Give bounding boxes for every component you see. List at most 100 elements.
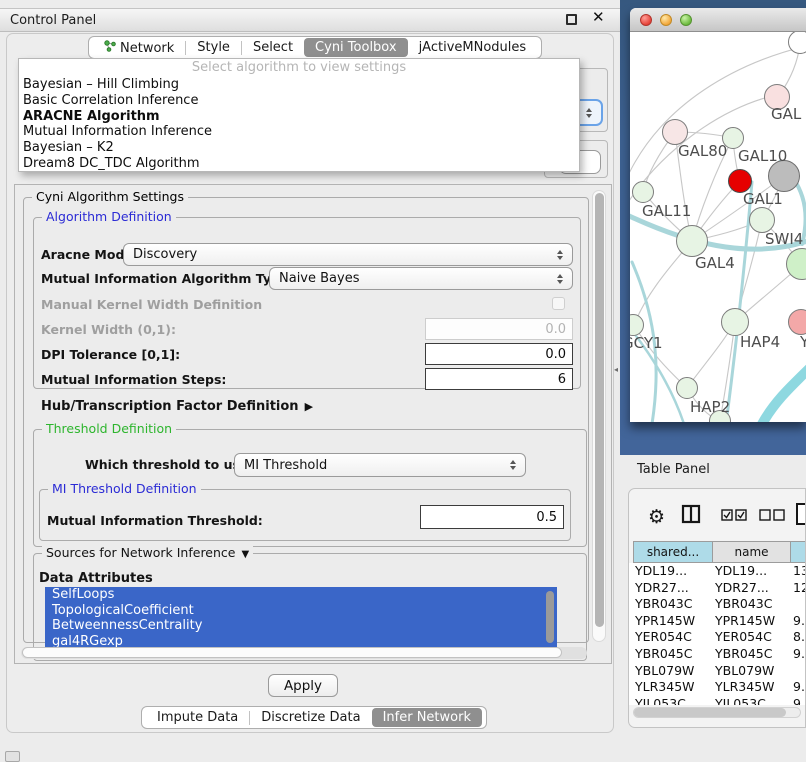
which-threshold-label: Which threshold to use: <box>85 457 253 472</box>
which-threshold-value: MI Threshold <box>244 458 327 473</box>
table-row[interactable]: YBR043CYBR043C <box>629 596 806 613</box>
zoom-traffic-light-icon[interactable] <box>680 14 692 26</box>
vertical-scrollbar-track[interactable] <box>592 190 606 642</box>
split-columns-icon[interactable] <box>681 504 701 524</box>
node-label: SWI4 <box>765 230 803 248</box>
tab-network-label: Network <box>120 41 174 56</box>
new-table-icon[interactable] <box>795 502 806 526</box>
table-panel-body: ⚙ shared... name YDL19...YDL19...13 YDR2… <box>628 488 806 728</box>
aracne-mode-value: Discovery <box>133 247 197 262</box>
dropdown-prompt: Select algorithm to view settings <box>19 59 579 77</box>
tab-jactivemnodules[interactable]: jActiveMNodules <box>408 39 538 56</box>
kernel-width-field[interactable]: 0.0 <box>425 318 573 340</box>
close-icon[interactable]: ✕ <box>592 8 605 26</box>
manual-kernel-label: Manual Kernel Width Definition <box>41 297 262 312</box>
close-traffic-light-icon[interactable] <box>640 14 652 26</box>
node-label: GAL10 <box>738 147 787 165</box>
control-panel-tabs: Network Style Select Cyni Toolbox jActiv… <box>88 36 542 59</box>
horizontal-scrollbar-thumb[interactable] <box>22 647 562 658</box>
mi-type-combo[interactable]: Naive Bayes <box>269 267 573 290</box>
expand-down-icon: ▼ <box>241 549 249 560</box>
apply-button[interactable]: Apply <box>268 674 338 697</box>
node-label: HAP2 <box>690 398 730 416</box>
table-hscrollbar-track[interactable] <box>633 707 801 718</box>
minimize-traffic-light-icon[interactable] <box>660 14 672 26</box>
table-row[interactable]: YLR345WYLR345W9. <box>629 679 806 696</box>
table-row[interactable]: YDL19...YDL19...13 <box>629 563 806 580</box>
column-header-name[interactable]: name <box>713 541 791 563</box>
mi-steps-field[interactable]: 6 <box>425 368 573 390</box>
list-scrollbar[interactable] <box>546 591 554 643</box>
column-header-shared[interactable]: shared... <box>633 541 713 563</box>
tab-cyni-toolbox[interactable]: Cyni Toolbox <box>304 38 408 57</box>
tab-select[interactable]: Select <box>242 39 304 56</box>
dropdown-item[interactable]: Bayesian – K2 <box>19 140 579 156</box>
cyni-group-title: Cyni Algorithm Settings <box>32 189 188 204</box>
which-threshold-combo[interactable]: MI Threshold <box>234 453 526 477</box>
table-row[interactable]: YBL079WYBL079W <box>629 663 806 680</box>
cyni-settings-panel: Cyni Algorithm Settings Algorithm Defini… <box>14 184 612 664</box>
sources-title-text: Sources for Network Inference <box>46 545 235 560</box>
kernel-width-label: Kernel Width (0,1): <box>41 322 176 337</box>
node-label: Y <box>800 333 806 351</box>
hub-expander-label: Hub/Transcription Factor Definition <box>41 399 299 414</box>
dropdown-item-highlighted[interactable]: ARACNE Algorithm <box>19 109 579 125</box>
tab-impute-data[interactable]: Impute Data <box>146 709 249 726</box>
horizontal-scrollbar-track[interactable] <box>21 647 587 659</box>
aracne-mode-combo[interactable]: Discovery <box>123 243 573 266</box>
mi-type-value: Naive Bayes <box>279 271 359 286</box>
dropdown-item[interactable]: Bayesian – Hill Climbing <box>19 77 579 93</box>
spinner-icon <box>586 108 593 118</box>
network-node-gal11[interactable] <box>632 181 654 203</box>
table-row[interactable]: YIL053CYIL053C9. <box>629 696 806 705</box>
tab-style[interactable]: Style <box>186 39 241 56</box>
sources-group-title[interactable]: Sources for Network Inference ▼ <box>42 545 253 560</box>
panel-grip-icon[interactable] <box>5 751 20 762</box>
network-node-hap2[interactable] <box>676 377 698 399</box>
table-hscrollbar-thumb[interactable] <box>634 708 786 717</box>
control-panel-title: Control Panel <box>10 13 96 28</box>
mi-threshold-group-title: MI Threshold Definition <box>48 481 201 496</box>
dropdown-item[interactable]: Mutual Information Inference <box>19 124 579 140</box>
network-node-hap4[interactable] <box>721 308 749 336</box>
dpi-tolerance-field[interactable]: 0.0 <box>425 343 573 365</box>
split-pane-grip-icon[interactable]: ◂ <box>614 365 618 374</box>
table-panel-title: Table Panel <box>637 462 710 477</box>
unchecked-rows-icon[interactable] <box>759 509 785 521</box>
mi-type-label: Mutual Information Algorithm Type: <box>41 271 293 286</box>
table-panel-titlebar: Table Panel <box>620 455 806 485</box>
vertical-scrollbar-thumb[interactable] <box>595 193 604 627</box>
tab-infer-network[interactable]: Infer Network <box>372 708 482 727</box>
attribute-item[interactable]: BetweennessCentrality <box>45 618 557 634</box>
control-panel-titlebar: Control Panel <box>0 8 620 32</box>
checked-rows-icon[interactable] <box>721 509 747 521</box>
mi-threshold-field[interactable]: 0.5 <box>420 505 564 529</box>
expand-right-icon: ▶ <box>305 400 313 413</box>
network-canvas[interactable]: GAL80 GAL10 GAL11 GAL1 GAL SWI4 GAL4 GCY… <box>630 32 806 422</box>
network-window-titlebar[interactable] <box>630 8 806 32</box>
mi-threshold-label: Mutual Information Threshold: <box>47 513 263 528</box>
dropdown-item[interactable]: Dream8 DC_TDC Algorithm <box>19 156 579 172</box>
algorithm-dropdown-list: Select algorithm to view settings Bayesi… <box>18 58 580 172</box>
float-window-icon[interactable] <box>566 14 577 25</box>
table-row[interactable]: YBR045CYBR045C9. <box>629 646 806 663</box>
table-row[interactable]: YER054CYER054C8. <box>629 629 806 646</box>
threshold-definition-title: Threshold Definition <box>42 421 176 436</box>
node-label: GAL4 <box>695 254 735 272</box>
attribute-item[interactable]: TopologicalCoefficient <box>45 603 557 619</box>
mi-steps-label: Mutual Information Steps: <box>41 372 226 387</box>
table-row[interactable]: YDR27...YDR27...12 <box>629 580 806 597</box>
table-rows: YDL19...YDL19...13 YDR27...YDR27...12 YB… <box>629 563 806 705</box>
dropdown-item[interactable]: Basic Correlation Inference <box>19 93 579 109</box>
hub-expander[interactable]: Hub/Transcription Factor Definition ▶ <box>41 399 313 414</box>
network-node-gal4[interactable] <box>676 225 708 257</box>
node-label: GAL1 <box>743 190 783 208</box>
spinner-icon <box>557 274 564 284</box>
tab-discretize-data[interactable]: Discretize Data <box>250 709 371 726</box>
gear-icon[interactable]: ⚙ <box>648 506 665 528</box>
table-row[interactable]: YPR145WYPR145W9. <box>629 613 806 630</box>
tab-network[interactable]: Network <box>93 39 185 57</box>
column-header-partial[interactable] <box>791 541 806 563</box>
attribute-item[interactable]: SelfLoops <box>45 587 557 603</box>
manual-kernel-checkbox[interactable] <box>552 297 565 310</box>
